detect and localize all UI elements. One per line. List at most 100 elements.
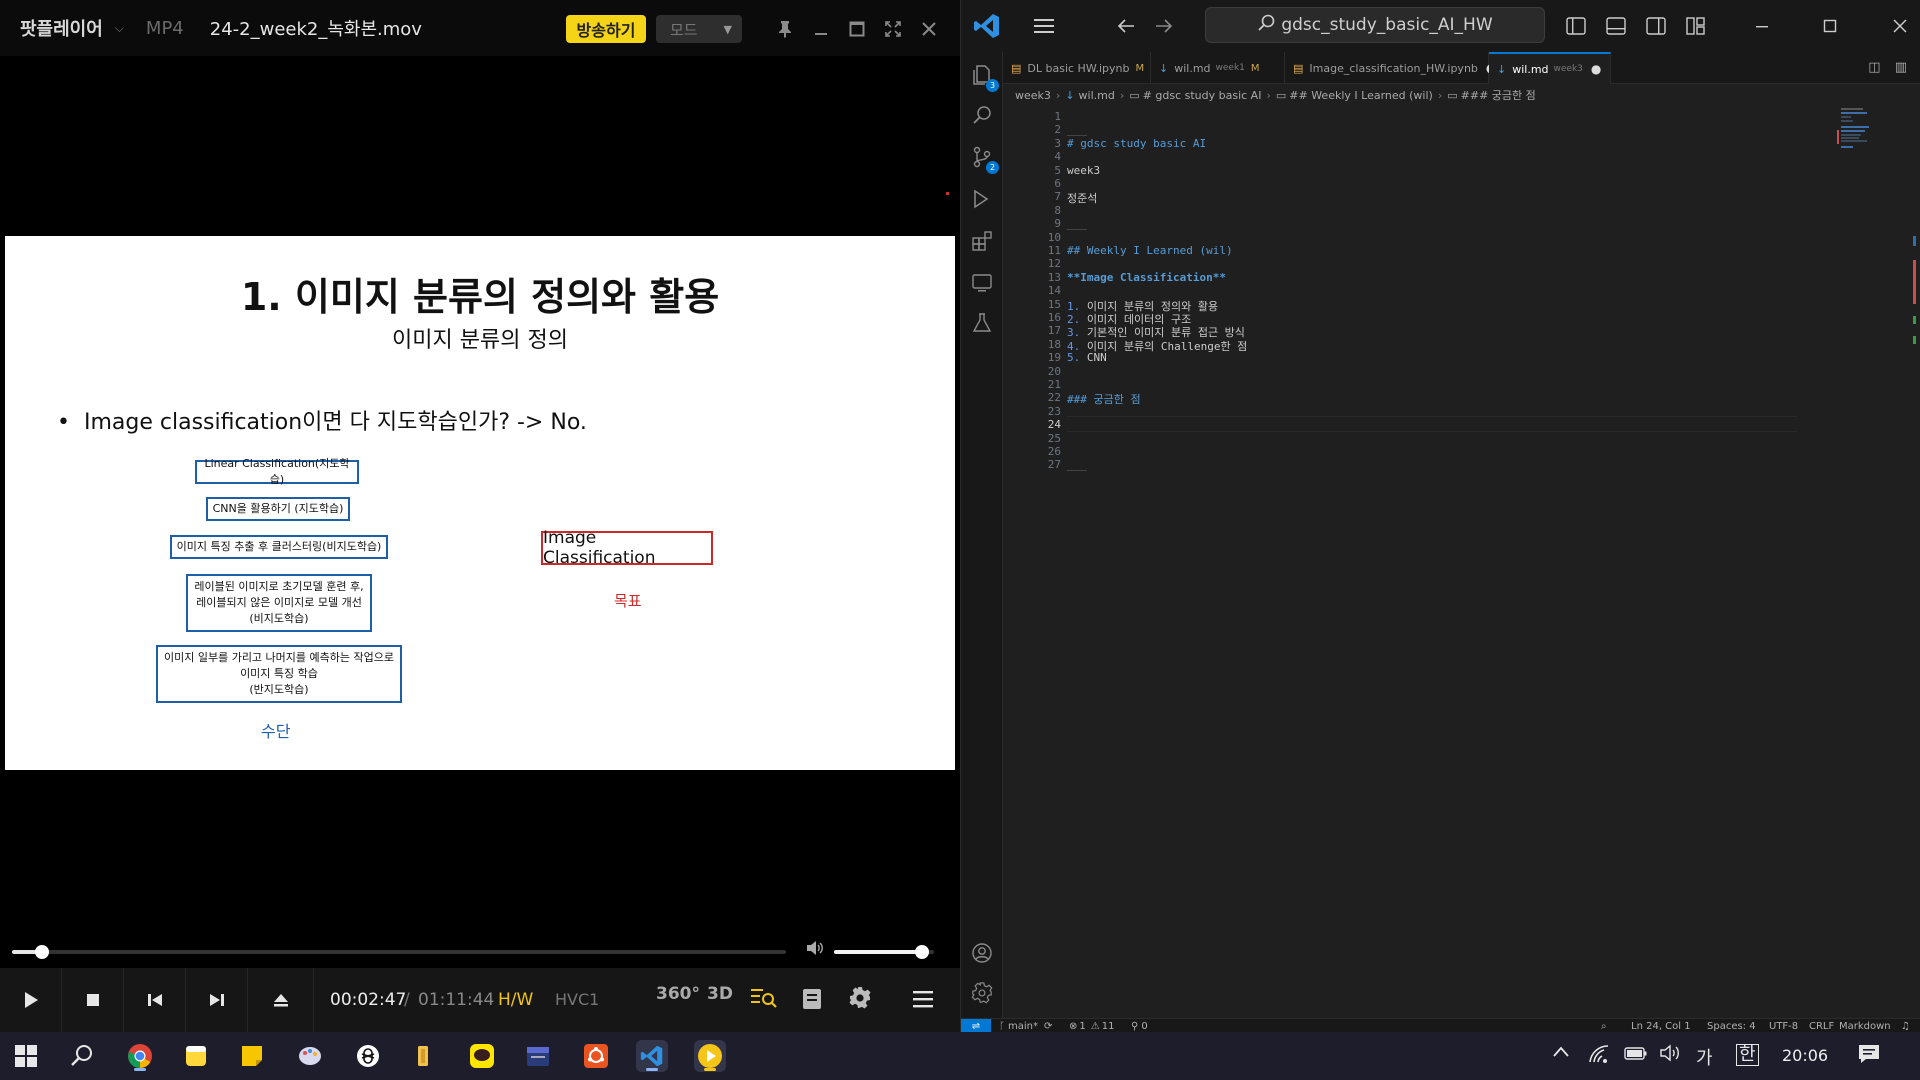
minimize-icon[interactable] — [1747, 12, 1777, 40]
breadcrumb-file[interactable]: wil.md — [1079, 89, 1115, 102]
line-number: 13 — [1047, 270, 1061, 284]
minimize-icon[interactable] — [806, 14, 836, 44]
ports-indicator[interactable]: ⚲ 0 — [1131, 1019, 1148, 1033]
chatgpt-icon[interactable] — [352, 1040, 384, 1072]
breadcrumb-folder[interactable]: week3 — [1015, 89, 1051, 102]
seek-handle[interactable] — [35, 945, 50, 959]
fullscreen-icon[interactable] — [878, 14, 908, 44]
cursor-position[interactable]: Ln 24, Col 1 — [1631, 1019, 1691, 1033]
manage-gear-icon[interactable] — [969, 980, 995, 1006]
kakaotalk-icon[interactable] — [466, 1040, 498, 1072]
next-button[interactable] — [186, 968, 248, 1032]
seek-bar[interactable] — [12, 945, 786, 959]
maximize-icon[interactable] — [1815, 12, 1845, 40]
codec-label[interactable]: HVC1 — [555, 990, 599, 1009]
360-video-button[interactable]: 360° — [656, 984, 700, 1004]
battery-icon[interactable] — [1624, 1044, 1648, 1066]
source-control-badge: 2 — [986, 161, 999, 174]
maximize-icon[interactable] — [842, 14, 872, 44]
source-control-icon[interactable]: 2 — [969, 144, 999, 174]
code-line: week3 — [1067, 163, 1101, 177]
command-center-search[interactable]: gdsc_study_basic_AI_HW — [1205, 7, 1545, 43]
eject-button[interactable] — [248, 968, 314, 1032]
open-preview-icon[interactable]: ◫ — [1868, 60, 1880, 75]
search-icon[interactable] — [66, 1040, 98, 1072]
customize-layout-icon[interactable] — [1681, 12, 1711, 40]
volume-handle[interactable] — [915, 945, 929, 959]
menu-icon[interactable] — [912, 990, 934, 1013]
volume-icon[interactable] — [806, 940, 824, 960]
problems-indicator[interactable]: ⊗ 1 ⚠ 11 — [1069, 1019, 1114, 1033]
potplayer-taskbar-icon[interactable] — [694, 1040, 726, 1072]
toggle-panel-icon[interactable] — [1601, 12, 1631, 40]
chapters-icon[interactable] — [802, 988, 822, 1015]
chevron-down-icon[interactable]: ⌵ — [115, 21, 124, 36]
speaker-icon[interactable] — [1660, 1044, 1682, 1066]
volume-slider[interactable] — [834, 945, 934, 959]
sticky-notes-icon[interactable] — [236, 1040, 268, 1072]
file-explorer-icon[interactable] — [408, 1040, 440, 1072]
remote-explorer-icon[interactable] — [969, 270, 995, 296]
tab-wil-week3[interactable]: ↓ wil.md week3 ● — [1489, 52, 1611, 84]
hw-decoder-toggle[interactable]: H/W — [498, 990, 533, 1010]
encoding[interactable]: UTF-8 — [1769, 1019, 1798, 1033]
testing-flask-icon[interactable] — [969, 310, 995, 336]
indentation[interactable]: Spaces: 4 — [1707, 1019, 1756, 1033]
chrome-icon[interactable] — [124, 1040, 156, 1072]
minimap[interactable] — [1837, 106, 1899, 166]
run-debug-icon[interactable] — [969, 186, 995, 212]
windows-start-icon[interactable] — [10, 1040, 42, 1072]
hamburger-menu-icon[interactable] — [1029, 12, 1059, 40]
gear-icon[interactable] — [848, 986, 872, 1015]
explorer-icon[interactable]: 3 — [969, 62, 999, 92]
remote-indicator-icon[interactable]: ⇌ — [961, 1019, 991, 1033]
ubuntu-icon[interactable] — [580, 1040, 612, 1072]
split-editor-icon[interactable]: ▥ — [1895, 60, 1907, 75]
back-arrow-icon[interactable] — [1111, 12, 1141, 40]
notes-app-icon[interactable] — [180, 1040, 212, 1072]
search-icon[interactable] — [969, 102, 995, 128]
line-ending[interactable]: CRLF — [1809, 1019, 1834, 1033]
chevron-up-icon[interactable] — [1552, 1044, 1570, 1064]
playlist-search-icon[interactable] — [750, 986, 778, 1015]
tab-dl-basic-hw[interactable]: ▤ DL basic HW.ipynb M — [1003, 52, 1151, 84]
tab-wil-week1[interactable]: ↓ wil.md week1 M — [1151, 52, 1285, 84]
toggle-secondary-sidebar-icon[interactable] — [1641, 12, 1671, 40]
video-frame-slide[interactable]: 1. 이미지 분류의 정의와 활용 이미지 분류의 정의 Image class… — [5, 236, 955, 770]
notifications-bell-icon[interactable]: ♫ — [1901, 1019, 1910, 1033]
broadcast-button[interactable]: 방송하기 — [566, 15, 646, 43]
tab-actions: ◫ ▥ — [1868, 60, 1907, 75]
notification-center-icon[interactable] — [1858, 1044, 1880, 1068]
paint-app-icon[interactable] — [294, 1040, 326, 1072]
close-icon[interactable] — [914, 14, 944, 44]
line-number: 16 — [1047, 311, 1061, 324]
branch-indicator[interactable]: ᚴ main* ⟳ — [999, 1019, 1052, 1033]
language-mode[interactable]: Markdown — [1839, 1019, 1891, 1033]
calendar-app-icon[interactable] — [522, 1040, 554, 1072]
tab-image-classification-hw[interactable]: ▤ Image_classification_HW.ipynb ● — [1285, 52, 1496, 84]
play-button[interactable] — [0, 968, 62, 1032]
close-icon[interactable] — [1885, 12, 1915, 40]
extensions-icon[interactable] — [969, 228, 995, 254]
breadcrumb-symbol[interactable]: ## Weekly I Learned (wil) — [1289, 89, 1433, 102]
3d-video-button[interactable]: 3D — [707, 984, 733, 1004]
clock[interactable]: 20:06 — [1782, 1046, 1828, 1065]
vscode-taskbar-icon[interactable] — [636, 1040, 668, 1072]
player-app-menu[interactable]: 팟플레이어 — [20, 15, 103, 41]
account-icon[interactable] — [969, 940, 995, 966]
ime-language-indicator[interactable]: 한 — [1736, 1044, 1759, 1066]
breadcrumb-symbol[interactable]: ### 궁금한 점 — [1461, 87, 1536, 103]
code-editor[interactable]: 1 2 3 4 5 6 7 8 9 10 11 12 13 14 15 16 17 18 19 20 21 22 23 24 2… — [1003, 106, 1920, 1018]
previous-button[interactable] — [124, 968, 186, 1032]
sync-icon[interactable]: ⟳ — [1044, 1021, 1052, 1032]
breadcrumb-symbol[interactable]: # gdsc study basic AI — [1143, 89, 1262, 102]
stop-button[interactable] — [62, 968, 124, 1032]
zoom-icon[interactable]: ⌕ — [1601, 1019, 1607, 1033]
ime-mode-indicator[interactable]: 가 — [1696, 1044, 1713, 1070]
toggle-primary-sidebar-icon[interactable] — [1561, 12, 1591, 40]
forward-arrow-icon[interactable] — [1149, 12, 1179, 40]
pin-icon[interactable] — [770, 14, 800, 44]
filename-label: 24-2_week2_녹화본.mov — [209, 19, 422, 40]
mode-dropdown[interactable]: 모드 ▼ — [656, 15, 742, 43]
wifi-icon[interactable] — [1588, 1044, 1610, 1068]
